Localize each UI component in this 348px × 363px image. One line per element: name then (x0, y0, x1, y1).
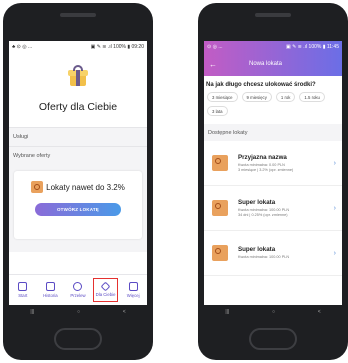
status-bar: ♣ ⊙ ◎ ... ▣ ✎ ≋ .ıl 100% ▮ 09:20 (9, 41, 147, 52)
open-deposit-button[interactable]: OTWÓRZ LOKATĘ (35, 203, 121, 216)
tab-label: Start (18, 293, 28, 298)
system-nav: ||| ○ < (204, 305, 342, 319)
recents-button[interactable]: ||| (30, 309, 34, 315)
status-right: ▣ ✎ ≋ .ıl 100% ▮ 11:45 (285, 43, 339, 50)
chevron-right-icon: › (333, 204, 336, 212)
offer-card: Lokaty nawet do 3.2% OTWÓRZ LOKATĘ (14, 171, 142, 239)
home-nav-button[interactable]: ○ (272, 309, 275, 315)
offers-screen: ♣ ⊙ ◎ ... ▣ ✎ ≋ .ıl 100% ▮ 09:20 Oferty … (9, 41, 147, 305)
item-line1: Kwota minimalna: 100.00 PLN (238, 255, 290, 259)
back-nav-button[interactable]: < (123, 309, 126, 315)
chip-3-years[interactable]: 3 lata (207, 106, 228, 116)
status-bar: ⊙ ◎ ... ▣ ✎ ≋ .ıl 100% ▮ 11:45 (204, 41, 342, 52)
status-left: ♣ ⊙ ◎ ... (12, 43, 33, 50)
speaker (60, 13, 96, 17)
list-item[interactable]: Super lokata Kwota minimalna: 100.00 PLN… (204, 186, 342, 231)
hardware-home-button[interactable] (249, 328, 297, 350)
item-name: Przyjazna nazwa (238, 153, 287, 161)
tab-history[interactable]: Historia (37, 275, 65, 305)
item-line2: 34 dni | 0.25% (opr. zmienne) (238, 212, 288, 217)
chevron-right-icon: › (333, 159, 336, 167)
system-nav: ||| ○ < (9, 305, 147, 319)
safe-icon (31, 181, 44, 193)
tab-label: Więcej (126, 293, 140, 298)
back-arrow-icon[interactable]: ← (209, 60, 249, 69)
chevron-right-icon: › (333, 249, 336, 257)
tab-start[interactable]: Start (9, 275, 37, 305)
safe-icon (212, 245, 228, 261)
history-icon (45, 282, 55, 291)
list-item[interactable]: Przyjazna nazwa Kwota minimalna: 0.00 PL… (204, 141, 342, 186)
duration-question: Na jak długo chcesz ulokować środki? (206, 82, 316, 88)
home-icon (18, 282, 28, 291)
item-name: Super lokata (238, 246, 276, 253)
phone-right: ⊙ ◎ ... ▣ ✎ ≋ .ıl 100% ▮ 11:45 ← Nowa lo… (198, 3, 348, 360)
section-selected-offers: Wybrane oferty (9, 146, 147, 165)
phone-left: ♣ ⊙ ◎ ... ▣ ✎ ≋ .ıl 100% ▮ 09:20 Oferty … (3, 3, 153, 360)
header: ⊙ ◎ ... ▣ ✎ ≋ .ıl 100% ▮ 11:45 ← Nowa lo… (204, 41, 342, 76)
recents-button[interactable]: ||| (225, 309, 229, 315)
card-area: Lokaty nawet do 3.2% OTWÓRZ LOKATĘ (9, 165, 147, 252)
chip-1-5-years[interactable]: 1.5 roku (299, 92, 325, 102)
gift-icon-wrap (9, 52, 147, 100)
tab-transfer[interactable]: Przelew (64, 275, 92, 305)
safe-icon (212, 155, 228, 171)
tab-more[interactable]: Więcej (119, 275, 147, 305)
hardware-home-button[interactable] (54, 328, 102, 350)
status-right: ▣ ✎ ≋ .ıl 100% ▮ 09:20 (90, 43, 144, 50)
safe-icon (212, 200, 228, 216)
speaker (255, 13, 291, 17)
offer-headline: Lokaty nawet do 3.2% (46, 182, 125, 192)
duration-chips: 3 miesiące 9 miesięcy 1 rok 1.5 roku 3 l… (204, 92, 342, 116)
tab-label: Dla Ciebie (95, 292, 116, 297)
grid-icon (128, 282, 138, 291)
offer-card-head: Lokaty nawet do 3.2% (14, 181, 142, 193)
home-nav-button[interactable]: ○ (77, 309, 80, 315)
chip-9-months[interactable]: 9 miesięcy (241, 92, 272, 102)
chip-1-year[interactable]: 1 rok (275, 92, 296, 102)
header-title: Nowa lokata (249, 61, 283, 67)
status-left: ⊙ ◎ ... (207, 43, 223, 50)
transfer-icon (73, 282, 83, 291)
tab-for-you[interactable]: Dla Ciebie (92, 275, 120, 305)
tag-icon (100, 281, 111, 292)
item-line2: 3 miesiące | 3.2% (opr. zmienne) (238, 167, 294, 172)
tab-bar: Start Historia Przelew Dla Ciebie Więcej (9, 274, 147, 305)
item-name: Super lokata (238, 198, 276, 206)
back-nav-button[interactable]: < (318, 309, 321, 315)
tab-label: Przelew (70, 293, 86, 298)
section-services[interactable]: Usługi (9, 127, 147, 146)
header-bar: ← Nowa lokata (204, 52, 342, 76)
tab-label: Historia (43, 293, 58, 298)
chip-3-months[interactable]: 3 miesiące (207, 92, 238, 102)
available-deposits-header: Dostępne lokaty (204, 124, 342, 141)
gift-icon (67, 65, 89, 87)
page-title: Oferty dla Ciebie (38, 101, 118, 113)
list-item[interactable]: Super lokata Kwota minimalna: 100.00 PLN… (204, 231, 342, 276)
new-deposit-screen: ⊙ ◎ ... ▣ ✎ ≋ .ıl 100% ▮ 11:45 ← Nowa lo… (204, 41, 342, 305)
